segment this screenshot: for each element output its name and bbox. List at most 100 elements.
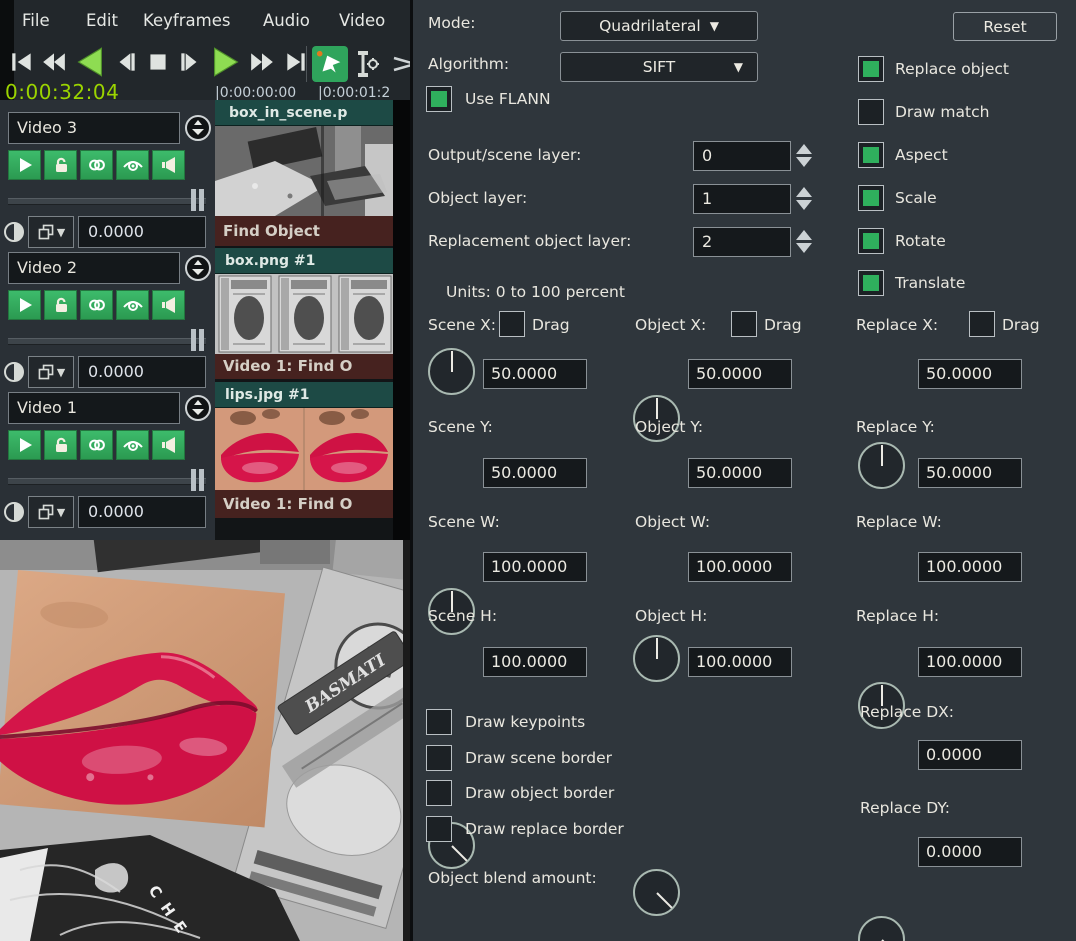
output-scene-layer-spinner[interactable]	[795, 144, 813, 167]
replace-w-dial[interactable]	[858, 916, 905, 941]
menu-item-edit[interactable]: Edit	[86, 11, 118, 30]
use-flann-checkbox[interactable]	[426, 86, 452, 112]
replace-w-value[interactable]: 100.0000	[918, 552, 1022, 582]
object-layer-spinner[interactable]	[795, 187, 813, 210]
object-y-dial[interactable]	[633, 635, 680, 682]
chevron-down-icon: ▼	[57, 226, 65, 239]
layers-dropdown[interactable]: ▼	[28, 496, 74, 528]
scene-x-drag-checkbox[interactable]	[499, 311, 525, 337]
replace-y-value[interactable]: 50.0000	[918, 458, 1022, 488]
scene-w-value[interactable]: 100.0000	[483, 552, 587, 582]
scale-checkbox[interactable]	[858, 185, 884, 211]
scene-h-value[interactable]: 100.0000	[483, 647, 587, 677]
replace-h-value[interactable]: 100.0000	[918, 647, 1022, 677]
toolbar-separator	[306, 46, 307, 82]
track-slider[interactable]	[8, 328, 206, 352]
track-slider[interactable]	[8, 188, 206, 212]
selection-tool-button[interactable]	[312, 46, 348, 82]
cut-tool-icon[interactable]	[392, 52, 410, 76]
mode-select[interactable]: Quadrilateral ▼	[560, 11, 758, 41]
track-link-button[interactable]	[80, 290, 113, 320]
track-lock-button[interactable]	[44, 430, 77, 460]
track-visibility-button[interactable]	[116, 430, 149, 460]
object-x-value[interactable]: 50.0000	[688, 359, 792, 389]
contrast-icon[interactable]	[2, 500, 26, 528]
object-w-dial[interactable]	[633, 869, 680, 916]
track-visibility-button[interactable]	[116, 290, 149, 320]
track-play-button[interactable]	[8, 290, 41, 320]
track-audio-button[interactable]	[152, 290, 185, 320]
track-name-field[interactable]: Video 2	[8, 252, 180, 284]
fast-forward-button[interactable]	[248, 48, 276, 76]
track-param-value[interactable]: 0.0000	[78, 496, 206, 528]
object-w-value[interactable]: 100.0000	[688, 552, 792, 582]
replace-dx-value[interactable]: 0.0000	[918, 740, 1022, 770]
track-options-dropdown[interactable]	[184, 254, 212, 282]
replace-x-value[interactable]: 50.0000	[918, 359, 1022, 389]
draw-replace-border-checkbox[interactable]	[426, 816, 452, 842]
replace-dy-value[interactable]: 0.0000	[918, 837, 1022, 867]
draw-keypoints-checkbox[interactable]	[426, 709, 452, 735]
track-play-button[interactable]	[8, 150, 41, 180]
track-options-dropdown[interactable]	[184, 114, 212, 142]
track-audio-button[interactable]	[152, 150, 185, 180]
aspect-checkbox[interactable]	[858, 142, 884, 168]
step-forward-button[interactable]	[176, 48, 204, 76]
draw-object-border-label: Draw object border	[465, 783, 614, 803]
object-x-drag-checkbox[interactable]	[731, 311, 757, 337]
replace-x-drag-checkbox[interactable]	[969, 311, 995, 337]
track-play-button[interactable]	[8, 430, 41, 460]
draw-replace-border-label: Draw replace border	[465, 819, 624, 839]
menu-item-video[interactable]: Video	[339, 11, 385, 30]
track-param-value[interactable]: 0.0000	[78, 216, 206, 248]
scene-y-value[interactable]: 50.0000	[483, 458, 587, 488]
draw-match-checkbox[interactable]	[858, 99, 884, 125]
track-param-value[interactable]: 0.0000	[78, 356, 206, 388]
layers-dropdown[interactable]: ▼	[28, 216, 74, 248]
skip-start-button[interactable]	[8, 48, 36, 76]
menu-item-keyframes[interactable]: Keyframes	[143, 11, 230, 30]
scene-x-dial[interactable]	[428, 348, 475, 395]
object-layer-field[interactable]: 1	[693, 184, 791, 214]
replace-x-dial[interactable]	[858, 442, 905, 489]
layers-dropdown[interactable]: ▼	[28, 356, 74, 388]
contrast-icon[interactable]	[2, 220, 26, 248]
play-button[interactable]	[208, 44, 244, 80]
track-audio-button[interactable]	[152, 430, 185, 460]
track-name-field[interactable]: Video 3	[8, 112, 180, 144]
timeline-edge-strip[interactable]	[393, 100, 410, 540]
menu-item-file[interactable]: File	[22, 11, 50, 30]
track-link-button[interactable]	[80, 150, 113, 180]
scene-x-value[interactable]: 50.0000	[483, 359, 587, 389]
clip-lips-jpg[interactable]: lips.jpg #1	[215, 382, 393, 518]
play-reverse-button[interactable]	[72, 44, 108, 80]
algorithm-select[interactable]: SIFT ▼	[560, 52, 758, 82]
reset-button[interactable]: Reset	[953, 12, 1057, 41]
rotate-checkbox[interactable]	[858, 228, 884, 254]
track-lock-button[interactable]	[44, 150, 77, 180]
clip-box-png[interactable]: box.png #1	[215, 248, 393, 379]
replace-object-checkbox[interactable]	[858, 56, 884, 82]
stop-button[interactable]	[144, 48, 172, 76]
track-options-dropdown[interactable]	[184, 394, 212, 422]
menu-item-audio[interactable]: Audio	[263, 11, 310, 30]
keyframe-tool-button[interactable]	[352, 48, 380, 80]
track-lock-button[interactable]	[44, 290, 77, 320]
draw-scene-border-checkbox[interactable]	[426, 745, 452, 771]
chevron-down-icon: ▼	[710, 19, 719, 33]
track-link-button[interactable]	[80, 430, 113, 460]
rewind-button[interactable]	[40, 48, 68, 76]
step-back-button[interactable]	[112, 48, 140, 76]
track-name-field[interactable]: Video 1	[8, 392, 180, 424]
contrast-icon[interactable]	[2, 360, 26, 388]
replacement-object-layer-field[interactable]: 2	[693, 227, 791, 257]
clip-box-in-scene[interactable]: box_in_scene.p Find Object	[215, 100, 393, 246]
object-h-value[interactable]: 100.0000	[688, 647, 792, 677]
track-visibility-button[interactable]	[116, 150, 149, 180]
draw-object-border-checkbox[interactable]	[426, 780, 452, 806]
object-y-value[interactable]: 50.0000	[688, 458, 792, 488]
replacement-object-layer-spinner[interactable]	[795, 230, 813, 253]
output-scene-layer-field[interactable]: 0	[693, 141, 791, 171]
track-slider[interactable]	[8, 468, 206, 492]
translate-checkbox[interactable]	[858, 270, 884, 296]
